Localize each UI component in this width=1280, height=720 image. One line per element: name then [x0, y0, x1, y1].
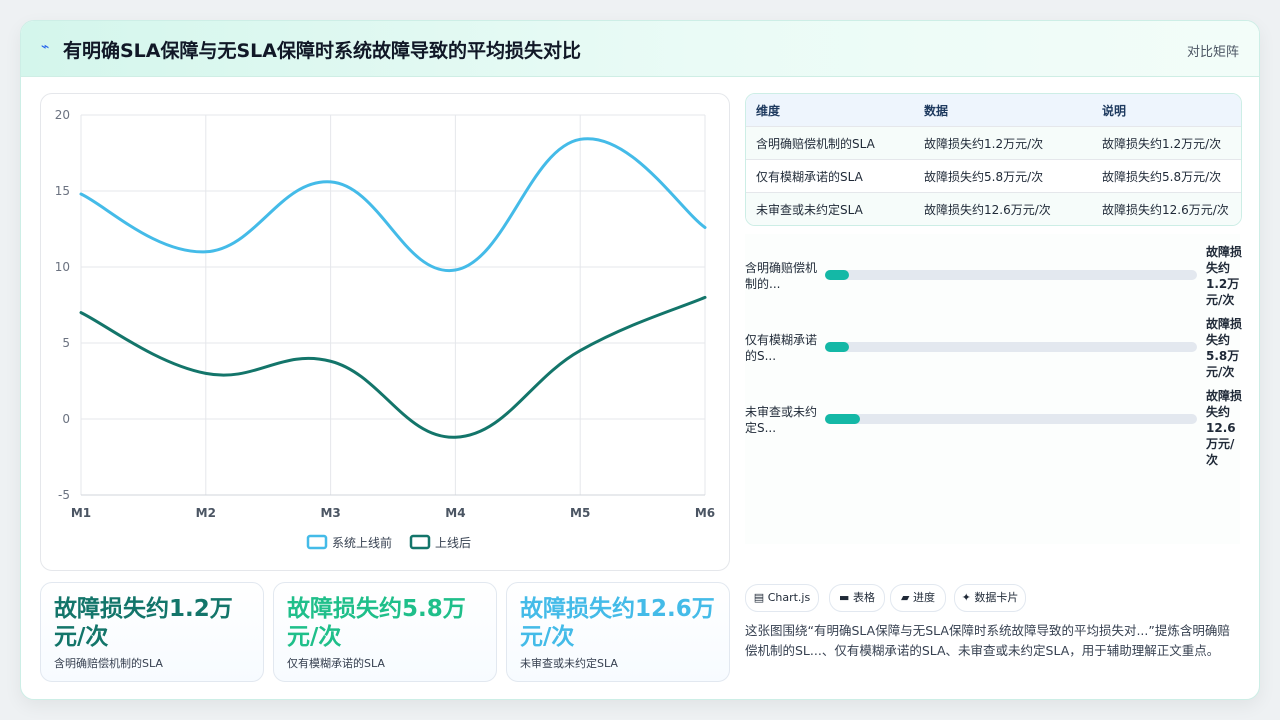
x-tick-label: M3 [320, 506, 340, 520]
x-tick-label: M6 [695, 506, 715, 520]
chip-progress[interactable]: ▰ 进度 [890, 584, 946, 612]
progress-value: 故障损失约12.6万元/次 [1206, 389, 1243, 467]
progress-label: 含明确赔偿机制的... [745, 261, 818, 291]
comparison-table: 维度 数据 说明 含明确赔偿机制的SLA 故障损失约1.2万元/次 故障损失约1… [745, 93, 1242, 226]
progress-track [825, 342, 1197, 352]
chip-chartjs[interactable]: ▤ Chart.js [745, 584, 819, 612]
table-cell: 未审查或未约定SLA [746, 192, 914, 225]
description: 这张图围绕“有明确SLA保障与无SLA保障时系统故障导致的平均损失对...”提炼… [745, 623, 1230, 658]
stat-label: 未审查或未约定SLA [520, 657, 618, 670]
series-line [79, 137, 707, 272]
progress-row: 未审查或未约定S... 故障损失约12.6万元/次 [745, 378, 1242, 467]
progress-fill [825, 342, 850, 352]
stat-label: 仅有模糊承诺的SLA [287, 657, 385, 670]
x-tick-label: M5 [570, 506, 590, 520]
y-tick-label: 15 [55, 184, 70, 198]
table-cell: 含明确赔偿机制的SLA [746, 126, 914, 160]
legend-swatch [409, 534, 431, 550]
table-row: 未审查或未约定SLA 故障损失约12.6万元/次 故障损失约12.6万元/次 [746, 192, 1241, 225]
stat-value: 故障损失约1.2万元/次 [54, 596, 233, 650]
table-cell: 故障损失约1.2万元/次 [1092, 126, 1241, 160]
table-header: 数据 [914, 94, 1092, 127]
table-cell: 仅有模糊承诺的SLA [746, 159, 914, 193]
table-cell: 故障损失约5.8万元/次 [914, 159, 1092, 193]
progress-track [825, 414, 1197, 424]
table-icon: ▬ [839, 591, 850, 604]
x-tick-label: M2 [196, 506, 216, 520]
stat-value: 故障损失约12.6万元/次 [520, 596, 715, 650]
progress-value: 故障损失约5.8万元/次 [1206, 317, 1243, 379]
progress-track [825, 270, 1197, 280]
stat-card: 故障损失约12.6万元/次 未审查或未约定SLA [506, 582, 730, 682]
legend-swatch [306, 534, 328, 550]
line-chart: -5 0 5 10 15 20 M1 M2 M3 M4 M5 M6 系统上线前 上线后 [40, 93, 730, 571]
header: ⌁ 有明确SLA保障与无SLA保障时系统故障导致的平均损失对比 对比矩阵 [21, 21, 1259, 77]
chip-label: 数据卡片 [974, 591, 1019, 604]
table-cell: 故障损失约12.6万元/次 [914, 192, 1092, 225]
table-row: 仅有模糊承诺的SLA 故障损失约5.8万元/次 故障损失约5.8万元/次 [746, 159, 1241, 193]
x-tick-label: M4 [445, 506, 465, 520]
stat-value: 故障损失约5.8万元/次 [287, 596, 466, 650]
chip-label: 进度 [912, 591, 935, 604]
legend-label: 上线后 [435, 536, 471, 550]
progress-list: 含明确赔偿机制的... 故障损失约1.2万元/次 仅有模糊承诺的S... 故障损… [745, 234, 1243, 544]
y-tick-label: 5 [62, 336, 70, 350]
y-tick-label: -5 [58, 488, 70, 502]
series-line [79, 295, 707, 439]
table-row: 含明确赔偿机制的SLA 故障损失约1.2万元/次 故障损失约1.2万元/次 [746, 126, 1241, 160]
y-tick-label: 10 [55, 260, 70, 274]
progress-value: 故障损失约1.2万元/次 [1206, 245, 1243, 307]
chip-label: 表格 [852, 591, 875, 604]
table-cell: 故障损失约12.6万元/次 [1092, 192, 1241, 225]
progress-icon: ▰ [901, 591, 910, 604]
y-tick-label: 20 [55, 108, 70, 122]
y-tick-label: 0 [62, 412, 70, 426]
table-header: 维度 [746, 94, 914, 127]
view-tag: 对比矩阵 [1186, 45, 1239, 60]
page-title: 有明确SLA保障与无SLA保障时系统故障导致的平均损失对比 [63, 40, 581, 62]
stat-label: 含明确赔偿机制的SLA [54, 657, 163, 670]
progress-fill [825, 414, 861, 424]
chip-table[interactable]: ▬ 表格 [829, 584, 885, 612]
stat-card: 故障损失约1.2万元/次 含明确赔偿机制的SLA [40, 582, 264, 682]
main-card: ⌁ 有明确SLA保障与无SLA保障时系统故障导致的平均损失对比 对比矩阵 -5 0… [20, 20, 1260, 700]
legend-label: 系统上线前 [332, 535, 392, 550]
table-cell: 故障损失约5.8万元/次 [1092, 159, 1241, 193]
chip-data-card[interactable]: ✦ 数据卡片 [954, 584, 1026, 612]
table-cell: 故障损失约1.2万元/次 [914, 126, 1092, 160]
progress-label: 未审查或未约定S... [745, 405, 818, 435]
stat-card: 故障损失约5.8万元/次 仅有模糊承诺的SLA [273, 582, 497, 682]
table-header: 说明 [1092, 94, 1241, 127]
card-icon: ✦ [961, 591, 971, 604]
progress-label: 仅有模糊承诺的S... [745, 333, 818, 363]
progress-row: 仅有模糊承诺的S... 故障损失约5.8万元/次 [745, 306, 1243, 386]
progress-fill [825, 270, 850, 280]
progress-row: 含明确赔偿机制的... 故障损失约1.2万元/次 [745, 234, 1243, 314]
x-tick-label: M1 [71, 506, 91, 520]
chart-icon: ▤ [753, 591, 765, 604]
lightning-icon: ⌁ [41, 39, 50, 55]
chip-label: Chart.js [767, 591, 811, 604]
